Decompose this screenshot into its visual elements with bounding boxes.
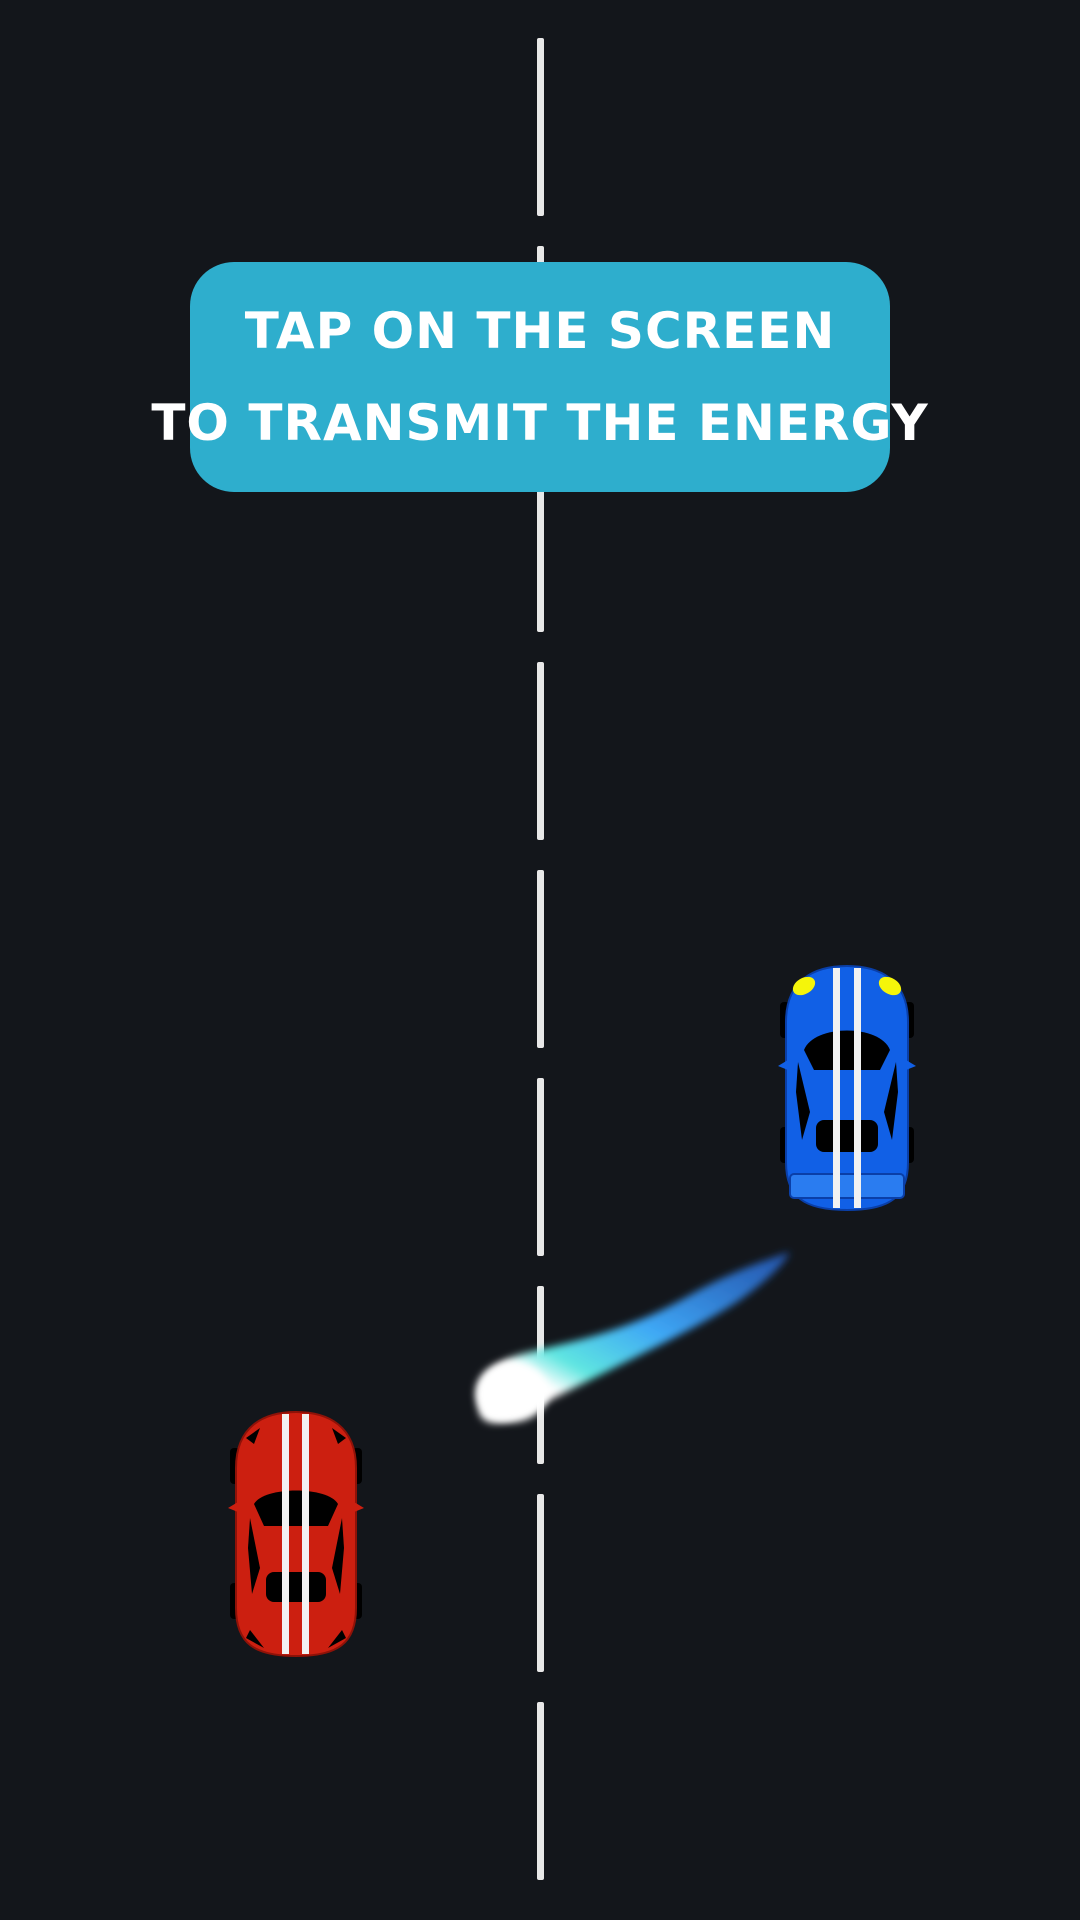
lane-dash — [537, 870, 544, 1048]
lane-dash — [537, 662, 544, 840]
lane-dash — [537, 1078, 544, 1256]
lane-dash — [537, 38, 544, 216]
instruction-line-2: TO TRANSMIT THE ENERGY — [151, 394, 929, 452]
instruction-line-1: TAP ON THE SCREEN — [244, 302, 836, 360]
red-race-car-icon — [228, 1410, 364, 1658]
instruction-banner: TAP ON THE SCREEN TO TRANSMIT THE ENERGY — [151, 262, 928, 492]
lane-dash — [537, 1494, 544, 1672]
blue-race-car-icon — [778, 964, 916, 1212]
energy-blast-icon — [476, 1252, 790, 1423]
lane-dash — [537, 1702, 544, 1880]
game-stage[interactable]: TAP ON THE SCREEN TO TRANSMIT THE ENERGY — [0, 0, 1080, 1920]
